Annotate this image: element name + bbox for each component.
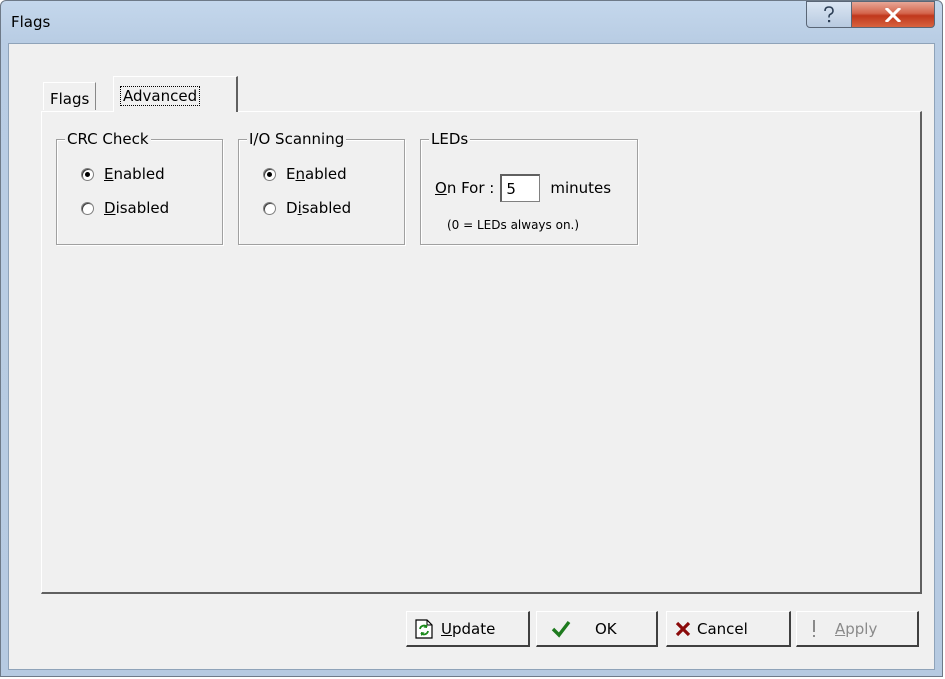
crc-check-title: CRC Check xyxy=(65,130,151,148)
radio-indicator xyxy=(81,167,94,181)
io-scanning-title: I/O Scanning xyxy=(247,130,347,148)
tab-flags[interactable]: Flags xyxy=(43,82,97,110)
cancel-button[interactable]: Cancel xyxy=(666,611,791,647)
crc-disabled-radio[interactable]: Disabled xyxy=(81,199,169,217)
apply-label: Apply xyxy=(835,619,878,638)
crc-enabled-radio[interactable]: Enabled xyxy=(81,165,165,183)
led-note: (0 = LEDs always on.) xyxy=(447,218,580,232)
io-disabled-label: Disabled xyxy=(286,199,352,217)
dialog-client-area: Flags Advanced CRC Check Enabled Disable… xyxy=(8,43,935,670)
advanced-tab-panel: CRC Check Enabled Disabled I/O Scanning … xyxy=(41,111,922,594)
leds-title: LEDs xyxy=(429,130,471,148)
flags-dialog-window: Flags Flags Advanced CRC Check Enabled D… xyxy=(0,0,943,677)
title-bar: Flags xyxy=(1,1,942,43)
ok-label: OK xyxy=(595,619,617,638)
led-minutes-unit: minutes xyxy=(550,179,612,197)
help-button[interactable] xyxy=(806,1,852,28)
question-mark-icon xyxy=(824,5,834,22)
ok-button[interactable]: OK xyxy=(536,611,658,647)
led-on-for-row: On For : minutes xyxy=(435,174,611,202)
window-title: Flags xyxy=(11,13,51,31)
radio-indicator xyxy=(263,167,276,181)
crc-check-group: CRC Check Enabled Disabled xyxy=(56,130,223,245)
io-scanning-group: I/O Scanning Enabled Disabled xyxy=(238,130,405,245)
radio-indicator xyxy=(263,201,276,215)
exclamation-icon xyxy=(811,619,817,639)
io-enabled-radio[interactable]: Enabled xyxy=(263,165,347,183)
close-icon xyxy=(885,7,901,22)
update-label: Update xyxy=(441,619,496,638)
x-icon xyxy=(675,621,691,637)
tab-flags-label: Flags xyxy=(50,90,90,108)
io-disabled-radio[interactable]: Disabled xyxy=(263,199,351,217)
checkmark-icon xyxy=(551,620,571,638)
tab-advanced[interactable]: Advanced xyxy=(113,76,238,112)
io-enabled-label: Enabled xyxy=(286,165,347,183)
update-button[interactable]: Update xyxy=(406,611,530,647)
crc-disabled-label: Disabled xyxy=(104,199,170,217)
cancel-label: Cancel xyxy=(697,619,748,638)
apply-button[interactable]: Apply xyxy=(796,611,919,647)
tab-advanced-label: Advanced xyxy=(120,86,201,106)
refresh-icon xyxy=(415,618,433,639)
leds-group: LEDs On For : minutes (0 = LEDs always o… xyxy=(420,130,638,245)
led-minutes-input[interactable] xyxy=(500,174,541,202)
radio-indicator xyxy=(81,201,94,215)
crc-enabled-label: Enabled xyxy=(104,165,165,183)
close-button[interactable] xyxy=(851,1,935,28)
led-on-for-label: On For : xyxy=(435,179,495,197)
